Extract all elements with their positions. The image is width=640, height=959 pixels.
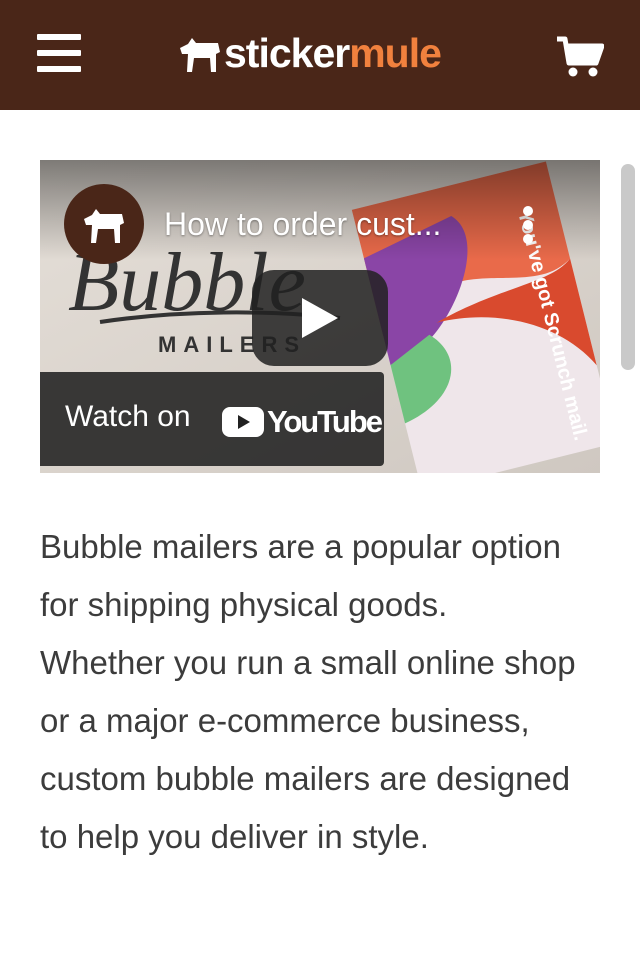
- video-title[interactable]: How to order cust...: [164, 206, 441, 243]
- more-vertical-icon[interactable]: [522, 206, 534, 246]
- youtube-video-embed[interactable]: You've got Scrunch mail. Bubble MAILERS …: [40, 160, 600, 473]
- watch-on-youtube-button[interactable]: Watch on YouTube: [40, 372, 384, 466]
- youtube-wordmark: YouTube: [267, 404, 383, 439]
- watch-on-label: Watch on: [65, 400, 191, 433]
- logo-text-mule: mule: [349, 30, 442, 76]
- play-button[interactable]: [252, 270, 388, 366]
- page-scrollbar[interactable]: [621, 164, 635, 370]
- play-icon: [302, 298, 338, 338]
- youtube-play-icon: [222, 407, 264, 437]
- mule-logo-icon: [180, 38, 220, 72]
- mule-logo-icon: [84, 209, 124, 243]
- intro-paragraph: Bubble mailers are a popular option for …: [40, 528, 576, 855]
- sticker-mule-logo[interactable]: stickermule: [178, 28, 442, 78]
- site-header: stickermule: [0, 0, 640, 110]
- cart-button[interactable]: [556, 36, 605, 78]
- youtube-logo: YouTube: [222, 404, 383, 440]
- shopping-cart-icon: [557, 36, 605, 77]
- logo-text-sticker: sticker: [224, 30, 350, 76]
- channel-avatar[interactable]: [64, 184, 144, 264]
- menu-button[interactable]: [37, 32, 81, 74]
